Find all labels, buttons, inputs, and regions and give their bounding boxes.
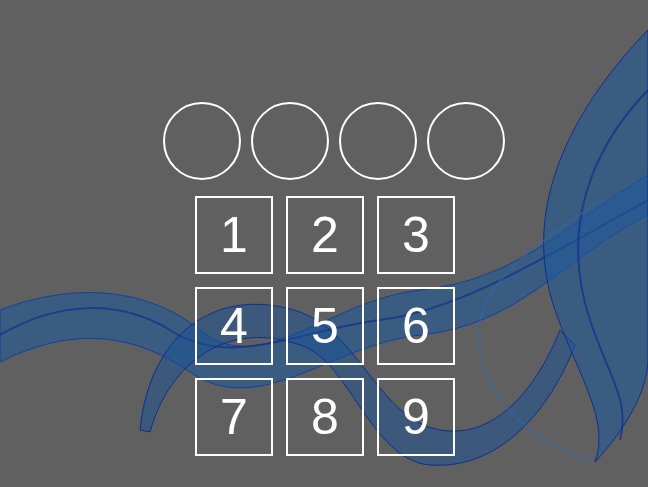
keypad: 123 456 789: [195, 196, 455, 456]
pin-dots: [163, 102, 505, 180]
keypad-key[interactable]: 5: [286, 287, 364, 365]
keypad-key[interactable]: 7: [195, 378, 273, 456]
keypad-key[interactable]: 4: [195, 287, 273, 365]
keypad-key[interactable]: 8: [286, 378, 364, 456]
lock-screen: 123 456 789: [0, 0, 648, 487]
keypad-key[interactable]: 3: [377, 196, 455, 274]
pin-dot: [163, 102, 241, 180]
keypad-key[interactable]: 6: [377, 287, 455, 365]
keypad-key[interactable]: 1: [195, 196, 273, 274]
pin-dot: [427, 102, 505, 180]
pin-panel: 123 456 789: [0, 0, 648, 456]
keypad-key[interactable]: 9: [377, 378, 455, 456]
keypad-key[interactable]: 2: [286, 196, 364, 274]
pin-dot: [251, 102, 329, 180]
pin-dot: [339, 102, 417, 180]
